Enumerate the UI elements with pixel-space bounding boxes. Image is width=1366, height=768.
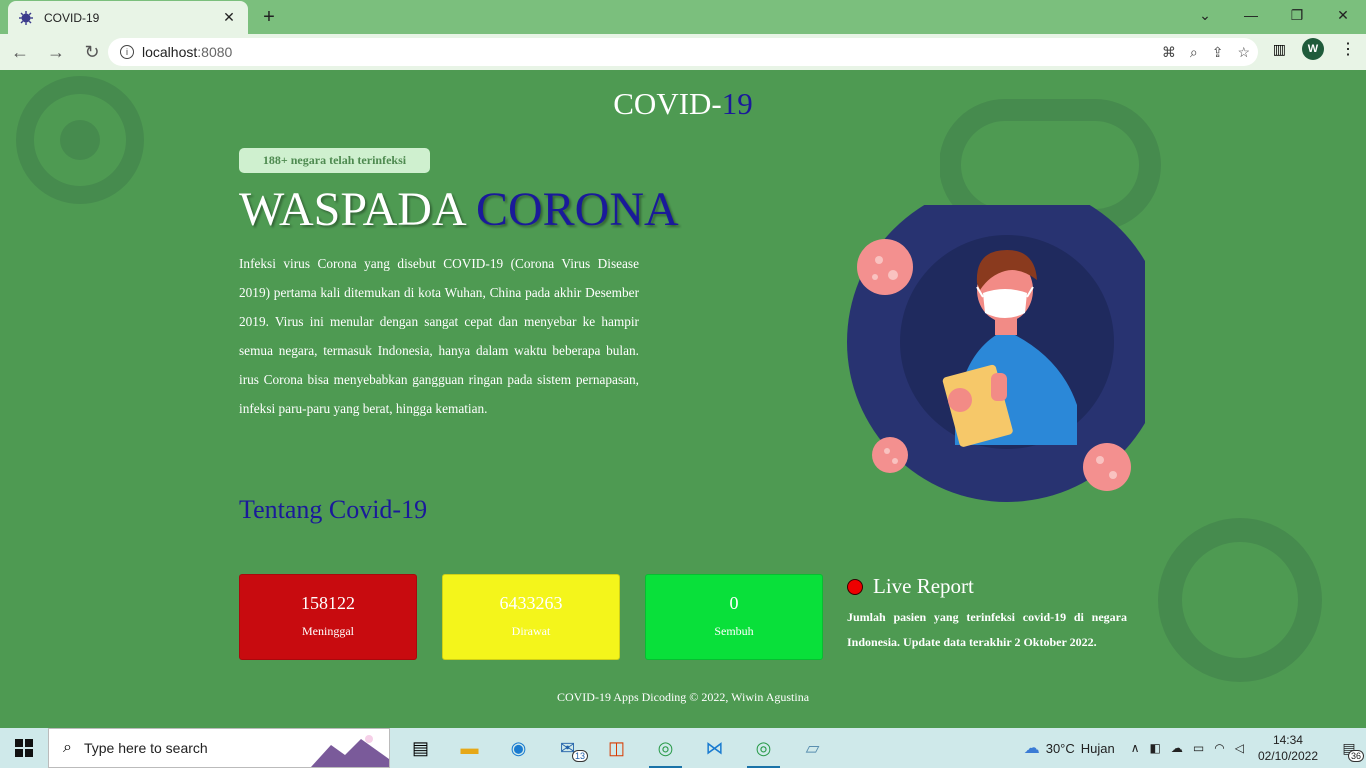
back-button[interactable]: ← — [4, 36, 36, 68]
chrome-icon[interactable]: ◎ — [641, 728, 690, 768]
live-report-title: Live Report — [873, 574, 974, 598]
site-info-icon[interactable]: i — [120, 45, 134, 59]
office-icon[interactable]: ◫ — [592, 728, 641, 768]
battery-icon[interactable]: ▭ — [1193, 741, 1204, 755]
vscode-icon[interactable]: ⋈ — [690, 728, 739, 768]
hero-headline: WASPADA CORONA — [239, 183, 679, 236]
close-window-button[interactable]: ✕ — [1320, 0, 1366, 30]
notification-center-button[interactable]: ▤ 36 — [1332, 728, 1366, 768]
live-indicator-icon — [847, 578, 863, 595]
mail-badge: 13 — [571, 750, 588, 762]
url-text: localhost:8080 — [142, 44, 233, 60]
task-view-icon[interactable]: ▤ — [396, 728, 445, 768]
weather-widget[interactable]: ☁ 30°C Hujan — [1024, 738, 1115, 758]
close-tab-icon[interactable]: ✕ — [220, 9, 238, 26]
taskbar-clock[interactable]: 14:34 02/10/2022 — [1258, 732, 1318, 764]
translate-icon[interactable]: ⌘ — [1162, 44, 1176, 61]
weather-temp: 30°C — [1045, 740, 1075, 756]
stat-card-deaths: 158122 Meninggal — [239, 574, 417, 660]
tab-title: COVID-19 — [44, 10, 100, 25]
stat-value: 0 — [729, 593, 739, 613]
tab-search-chevron-icon[interactable]: ⌄ — [1182, 0, 1228, 30]
bookmark-star-icon[interactable]: ☆ — [1237, 44, 1250, 61]
doctor-illustration — [847, 205, 1145, 502]
forward-button[interactable]: → — [40, 36, 72, 68]
stat-value: 158122 — [301, 593, 355, 613]
stat-label: Dirawat — [511, 624, 551, 638]
minimize-button[interactable]: — — [1228, 0, 1274, 30]
share-icon[interactable]: ⇪ — [1212, 44, 1224, 61]
windows-logo-icon — [15, 739, 33, 757]
about-covid-link[interactable]: Tentang Covid-19 — [239, 495, 427, 525]
volume-icon[interactable]: ◁ — [1235, 741, 1244, 755]
file-explorer-icon[interactable]: ▬ — [445, 728, 494, 768]
clock-date: 02/10/2022 — [1257, 749, 1318, 763]
new-tab-button[interactable]: + — [258, 6, 280, 28]
stat-label: Sembuh — [714, 624, 754, 638]
notification-count: 36 — [1347, 750, 1364, 762]
browser-toolbar: ← → ↻ i localhost:8080 ⌘ ⌕ ⇪ ☆ ▥ W ⋮ — [0, 34, 1366, 70]
stat-card-treated: 6433263 Dirawat — [442, 574, 620, 660]
reload-button[interactable]: ↻ — [76, 36, 108, 68]
chevron-up-icon[interactable]: ∧ — [1131, 741, 1140, 755]
stat-value: 6433263 — [499, 593, 563, 613]
browser-tab-strip: COVID-19 ✕ + ⌄ — ❐ ✕ — [0, 0, 1366, 34]
search-icon: ⌕ — [63, 739, 72, 756]
side-panel-icon[interactable]: ▥ — [1273, 41, 1286, 58]
profile-avatar[interactable]: W — [1302, 38, 1324, 60]
system-tray: ☁ 30°C Hujan ∧ ◧ ☁ ▭ ◠ ◁ 14:34 02/10/202… — [1024, 728, 1366, 768]
address-bar[interactable]: i localhost:8080 ⌘ ⌕ ⇪ ☆ — [108, 38, 1258, 66]
meet-now-icon[interactable]: ◧ — [1150, 741, 1161, 755]
restore-button[interactable]: ❐ — [1274, 0, 1320, 30]
page-footer: COVID-19 Apps Dicoding © 2022, Wiwin Agu… — [556, 690, 810, 704]
notes-app-icon[interactable]: ▱ — [788, 728, 837, 768]
live-report-text: Jumlah pasien yang terinfeksi covid-19 d… — [847, 610, 1127, 649]
live-report: Live Report Jumlah pasien yang terinfeks… — [847, 574, 1127, 655]
menu-kebab-icon[interactable]: ⋮ — [1340, 39, 1356, 59]
start-button[interactable] — [0, 728, 48, 768]
onedrive-icon[interactable]: ☁ — [1171, 741, 1183, 755]
clock-time: 14:34 — [1272, 733, 1303, 747]
rain-cloud-icon: ☁ — [1023, 740, 1040, 757]
hero-description: Infeksi virus Corona yang disebut COVID-… — [239, 256, 639, 416]
browser-tab[interactable]: COVID-19 ✕ — [8, 1, 248, 34]
mail-icon[interactable]: ✉ 13 — [543, 728, 592, 768]
weather-desc: Hujan — [1080, 740, 1115, 756]
search-highlight-illustration — [311, 735, 389, 767]
stat-card-recovered: 0 Sembuh — [645, 574, 823, 660]
search-placeholder: Type here to search — [83, 740, 208, 756]
brand-title[interactable]: COVID-19 — [0, 86, 1366, 122]
chrome-profile-icon[interactable]: ◎ — [739, 728, 788, 768]
wifi-icon[interactable]: ◠ — [1214, 741, 1224, 755]
zoom-icon[interactable]: ⌕ — [1190, 44, 1198, 61]
taskbar-search-input[interactable]: ⌕ Type here to search — [48, 728, 390, 768]
windows-taskbar: ⌕ Type here to search ▤ ▬ ◉ ✉ 13 ◫ ◎ ⋈ ◎ … — [0, 728, 1366, 768]
page-content: COVID-19 188+ negara telah terinfeksi WA… — [0, 70, 1366, 728]
background-circle-icon — [1158, 518, 1322, 682]
virus-favicon-icon — [19, 10, 33, 25]
infected-countries-badge: 188+ negara telah terinfeksi — [239, 148, 430, 173]
stat-label: Meninggal — [302, 624, 354, 638]
edge-browser-icon[interactable]: ◉ — [494, 728, 543, 768]
